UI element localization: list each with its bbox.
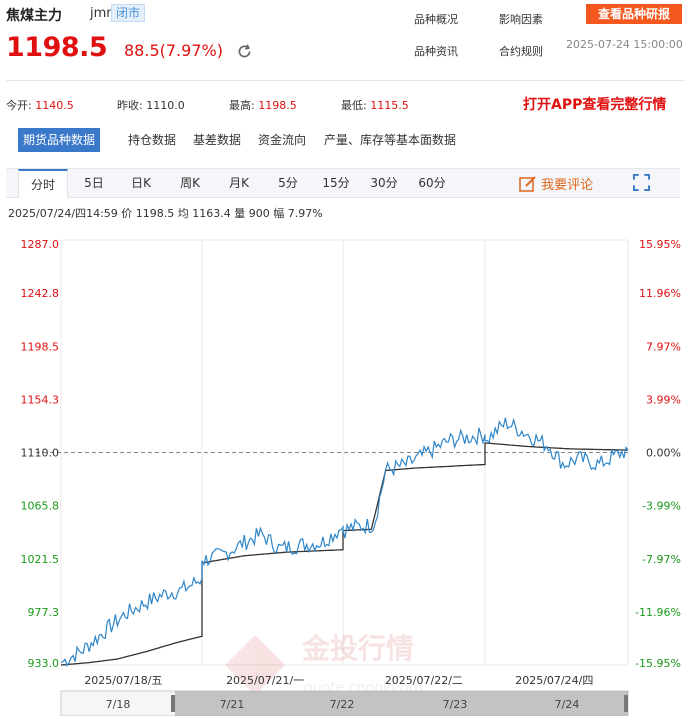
period-5min[interactable]: 5分 xyxy=(270,169,306,198)
period-monthly[interactable]: 月K xyxy=(219,169,259,198)
status-badge: 闭市 xyxy=(111,4,146,22)
navigator-handle-left xyxy=(171,695,175,712)
chart-grid xyxy=(36,239,630,666)
comment-label: 我要评论 xyxy=(541,178,594,193)
y-tick-2: 1198.5 xyxy=(21,340,60,353)
pct-tick-1: 11.96% xyxy=(639,287,681,300)
research-report-button[interactable]: 查看品种研报 xyxy=(586,4,682,24)
x-tick-2: 2025/07/22/二 xyxy=(385,674,463,687)
tab-basis[interactable]: 基差数据 xyxy=(193,128,241,152)
crosshair-info: 2025/07/24/四14:59 价 1198.5 均 1163.4 量 90… xyxy=(8,207,323,220)
pct-tick-3: 3.99% xyxy=(646,393,681,406)
y-tick-0: 1287.0 xyxy=(21,238,60,251)
navigator-label-2: 7/22 xyxy=(330,698,355,711)
fullscreen-icon[interactable] xyxy=(633,174,650,191)
pct-tick-6: -7.97% xyxy=(642,553,681,566)
y-axis-percent: 15.95% 11.96% 7.97% 3.99% 0.00% -3.99% -7.97% -… xyxy=(635,238,681,670)
tab-positions[interactable]: 持仓数据 xyxy=(128,128,176,152)
open-app-link[interactable]: 打开APP查看完整行情 xyxy=(523,94,666,114)
link-rules[interactable]: 合约规则 xyxy=(499,43,543,59)
x-tick-1: 2025/07/21/一 xyxy=(226,674,304,687)
navigator-label-4: 7/24 xyxy=(555,698,580,711)
y-tick-7: 977.3 xyxy=(28,606,60,619)
period-60min[interactable]: 60分 xyxy=(412,169,452,198)
y-tick-8: 933.0 xyxy=(28,657,60,670)
tab-capital-flow[interactable]: 资金流向 xyxy=(258,128,306,152)
page-title: 焦煤主力 xyxy=(6,8,62,24)
link-overview[interactable]: 品种概况 xyxy=(414,11,458,27)
pct-tick-4: 0.00% xyxy=(646,447,681,460)
stat-high: 最高: 1198.5 xyxy=(229,99,297,112)
y-tick-5: 1065.8 xyxy=(21,500,60,513)
tab-futures-data[interactable]: 期货品种数据 xyxy=(18,128,101,152)
period-weekly[interactable]: 周K xyxy=(170,169,210,198)
navigator-handle-right xyxy=(624,695,628,712)
period-5day[interactable]: 5日 xyxy=(74,169,114,198)
pct-tick-0: 15.95% xyxy=(639,238,681,251)
stat-prev-close: 昨收: 1110.0 xyxy=(117,99,185,112)
chart-series xyxy=(60,417,629,668)
period-30min[interactable]: 30分 xyxy=(364,169,404,198)
y-tick-3: 1154.3 xyxy=(21,393,60,406)
navigator-label-0: 7/18 xyxy=(106,698,131,711)
price-line xyxy=(60,417,629,668)
link-factors[interactable]: 影响因素 xyxy=(499,11,543,27)
navigator-label-1: 7/21 xyxy=(220,698,245,711)
pct-tick-8: -15.95% xyxy=(635,657,681,670)
stat-low: 最低: 1115.5 xyxy=(341,99,409,112)
edit-icon xyxy=(519,176,536,192)
period-15min[interactable]: 15分 xyxy=(316,169,356,198)
pct-tick-7: -11.96% xyxy=(635,606,681,619)
comment-button[interactable]: 我要评论 xyxy=(519,174,593,193)
y-axis-price: 1287.0 1242.8 1198.5 1154.3 1110.0 1065.8 1021… xyxy=(21,238,60,670)
tab-fundamentals[interactable]: 产量、库存等基本面数据 xyxy=(324,128,456,152)
time-navigator[interactable]: 7/18 7/21 7/22 7/23 7/24 xyxy=(60,690,629,716)
data-tabs: 期货品种数据 持仓数据 基差数据 资金流向 产量、库存等基本面数据 xyxy=(6,124,682,154)
navigator-label-3: 7/23 xyxy=(443,698,468,711)
y-tick-4: 1110.0 xyxy=(21,447,60,460)
link-news[interactable]: 品种资讯 xyxy=(414,43,458,59)
refresh-icon[interactable] xyxy=(236,43,253,60)
quote-timestamp: 2025-07-24 15:00:00 xyxy=(566,38,683,51)
stat-open: 今开: 1140.5 xyxy=(6,99,74,112)
period-intraday[interactable]: 分时 xyxy=(18,169,68,198)
last-price: 1198.5 xyxy=(6,32,108,63)
pct-tick-2: 7.97% xyxy=(646,340,681,353)
y-tick-6: 1021.5 xyxy=(21,553,60,566)
y-tick-1: 1242.8 xyxy=(21,287,60,300)
x-tick-3: 2025/07/24/四 xyxy=(515,674,593,687)
pct-tick-5: -3.99% xyxy=(642,500,681,513)
watermark-brand: 金投行情 xyxy=(301,632,414,665)
intraday-chart[interactable]: 金投行情 quote.cngold.org 1287.01242.81198.5… xyxy=(0,220,685,716)
divider xyxy=(6,80,685,81)
x-tick-0: 2025/07/18/五 xyxy=(84,674,162,687)
period-daily[interactable]: 日K xyxy=(121,169,161,198)
price-change: 88.5(7.97%) xyxy=(124,41,223,60)
